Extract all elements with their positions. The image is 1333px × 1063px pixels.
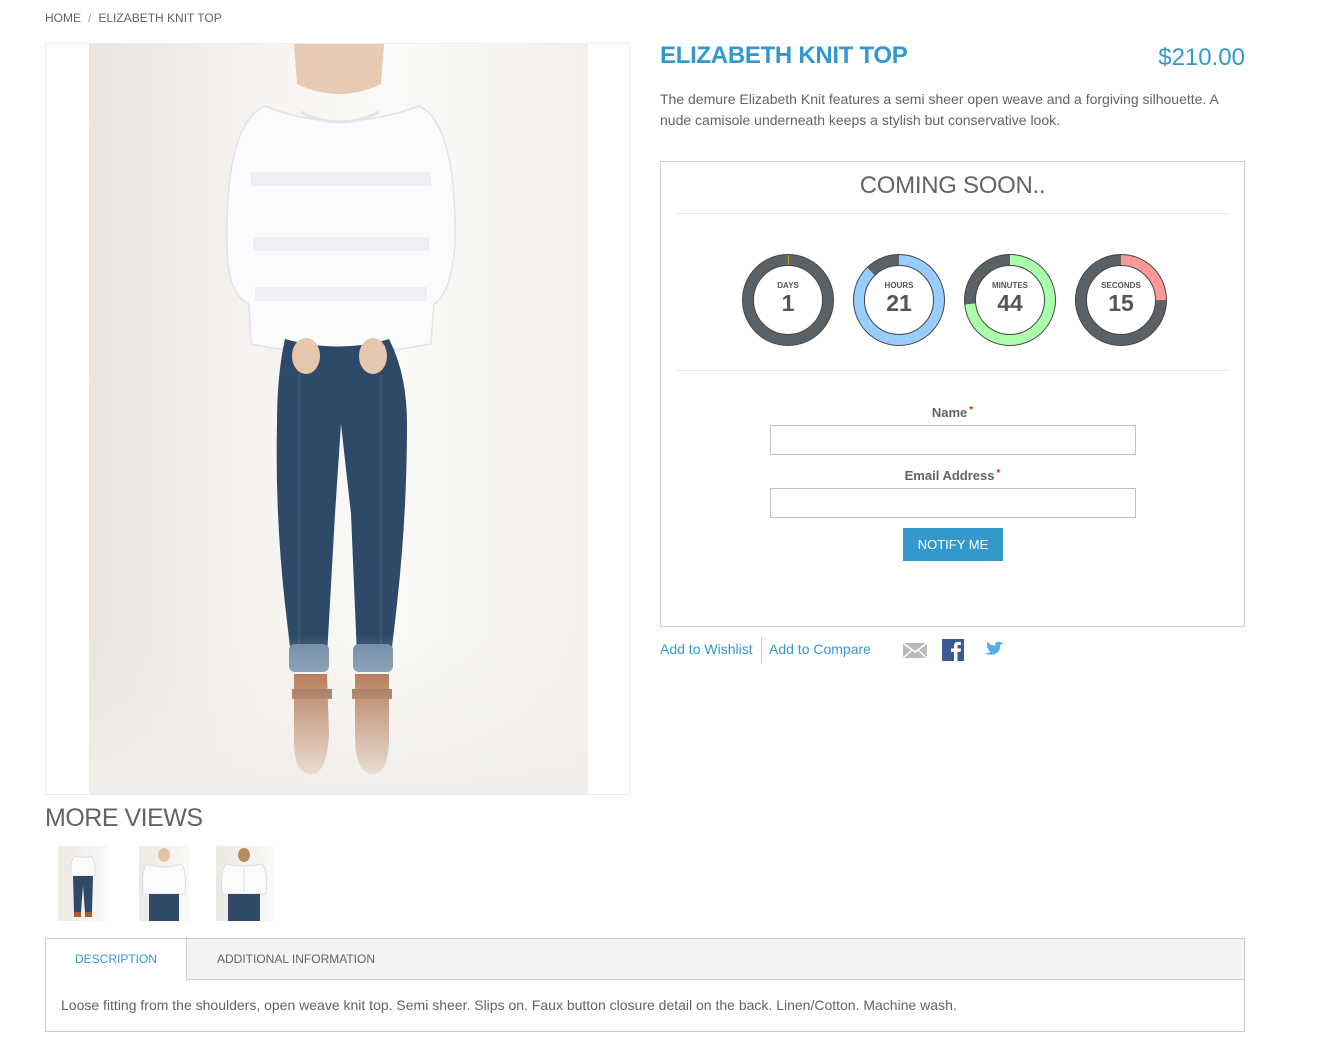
twitter-icon[interactable] [981, 638, 1005, 662]
countdown-minutes: MINUTES 44 [963, 253, 1057, 347]
required-mark: * [996, 468, 1001, 479]
countdown-days-label: DAYS [777, 281, 799, 290]
countdown-hours-value: 21 [886, 290, 912, 316]
countdown-days: DAYS 1 [741, 253, 835, 347]
countdown-seconds: SECONDS 15 [1074, 253, 1168, 347]
countdown-days-value: 1 [781, 290, 795, 316]
countdown-seconds-label: SECONDS [1101, 281, 1141, 290]
name-label: Name * [931, 405, 974, 420]
link-divider [761, 637, 762, 663]
coming-soon-title: COMING SOON.. [859, 172, 1046, 199]
email-input[interactable] [770, 488, 1136, 518]
product-main-image[interactable] [45, 43, 630, 795]
divider [677, 370, 1228, 371]
tab-description[interactable]: DESCRIPTION [46, 939, 187, 981]
name-input[interactable] [770, 425, 1136, 455]
tab-bar: DESCRIPTION ADDITIONAL INFORMATION [46, 939, 1244, 981]
email-label: Email Address * [904, 468, 1001, 483]
tab-description-content: Loose fitting from the shoulders, open w… [61, 997, 957, 1013]
thumbnail-front-full[interactable] [58, 846, 108, 921]
notify-me-button[interactable]: NOTIFY ME [903, 528, 1003, 561]
breadcrumb: HOME / ELIZABETH KNIT TOP [45, 11, 222, 25]
countdown-hours: HOURS 21 [852, 253, 946, 347]
thumbnail-front-close[interactable] [139, 846, 189, 921]
divider [677, 213, 1228, 214]
thumbnail-back-view[interactable] [216, 846, 273, 921]
tab-additional-information[interactable]: ADDITIONAL INFORMATION [217, 939, 375, 980]
product-tabs: DESCRIPTION ADDITIONAL INFORMATION Loose… [45, 938, 1245, 1032]
breadcrumb-separator: / [88, 11, 92, 25]
add-to-compare-link[interactable]: Add to Compare [769, 641, 871, 657]
more-views-title: MORE VIEWS [45, 804, 203, 832]
breadcrumb-home-link[interactable]: HOME [45, 11, 81, 25]
coming-soon-panel: COMING SOON.. DAYS 1 HOURS 21 MINUTES 44… [660, 161, 1245, 627]
countdown-minutes-label: MINUTES [992, 281, 1028, 290]
breadcrumb-current: ELIZABETH KNIT TOP [98, 11, 222, 25]
countdown-minutes-value: 44 [997, 290, 1023, 316]
product-short-description: The demure Elizabeth Knit features a sem… [660, 91, 1219, 128]
facebook-icon[interactable] [941, 638, 965, 662]
email-icon[interactable] [902, 638, 928, 662]
required-mark: * [969, 405, 974, 416]
product-price: $210.00 [1158, 44, 1245, 71]
countdown-hours-label: HOURS [884, 281, 914, 290]
add-to-wishlist-link[interactable]: Add to Wishlist [660, 641, 753, 657]
countdown-seconds-value: 15 [1108, 290, 1134, 316]
product-photo [89, 44, 588, 794]
product-title: ELIZABETH KNIT TOP [660, 42, 908, 69]
